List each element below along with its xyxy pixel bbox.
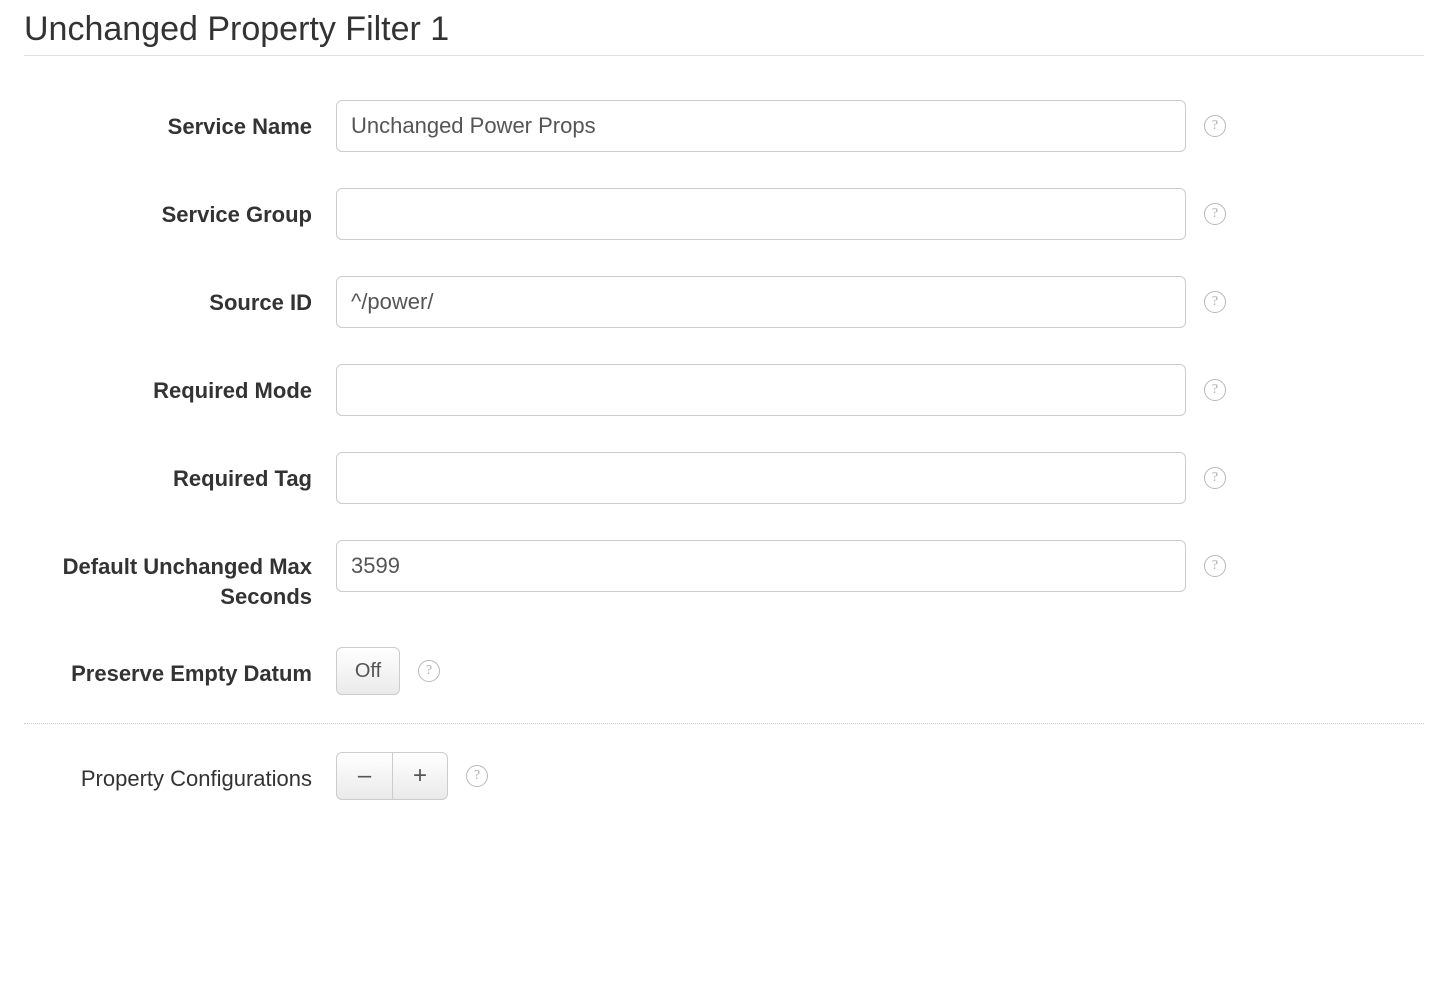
label-property-configurations: Property Configurations [24, 752, 336, 794]
add-property-configuration-button[interactable]: + [392, 752, 448, 800]
help-icon[interactable]: ? [1204, 115, 1226, 137]
row-preserve-empty-datum: Preserve Empty Datum Off ? [24, 647, 1424, 695]
input-required-tag[interactable] [336, 452, 1186, 504]
label-service-name: Service Name [24, 100, 336, 142]
dotted-rule [24, 723, 1424, 724]
row-default-unchanged-max-seconds: Default Unchanged Max Seconds ? [24, 540, 1424, 611]
row-required-tag: Required Tag ? [24, 452, 1424, 504]
input-required-mode[interactable] [336, 364, 1186, 416]
input-default-unchanged-max-seconds[interactable] [336, 540, 1186, 592]
label-service-group: Service Group [24, 188, 336, 230]
help-icon[interactable]: ? [1204, 379, 1226, 401]
help-icon[interactable]: ? [1204, 203, 1226, 225]
property-configurations-buttons: – + [336, 752, 448, 800]
label-source-id: Source ID [24, 276, 336, 318]
row-service-group: Service Group ? [24, 188, 1424, 240]
help-icon[interactable]: ? [418, 660, 440, 682]
toggle-preserve-empty-datum[interactable]: Off [336, 647, 400, 695]
label-required-mode: Required Mode [24, 364, 336, 406]
label-required-tag: Required Tag [24, 452, 336, 494]
row-required-mode: Required Mode ? [24, 364, 1424, 416]
label-default-unchanged-max-seconds: Default Unchanged Max Seconds [24, 540, 336, 611]
help-icon[interactable]: ? [1204, 291, 1226, 313]
help-icon[interactable]: ? [1204, 467, 1226, 489]
section-title: Unchanged Property Filter 1 [24, 10, 1424, 49]
header-rule [24, 55, 1424, 56]
input-service-name[interactable] [336, 100, 1186, 152]
row-service-name: Service Name ? [24, 100, 1424, 152]
input-source-id[interactable] [336, 276, 1186, 328]
help-icon[interactable]: ? [1204, 555, 1226, 577]
row-property-configurations: Property Configurations – + ? [24, 752, 1424, 800]
label-preserve-empty-datum: Preserve Empty Datum [24, 647, 336, 689]
remove-property-configuration-button[interactable]: – [336, 752, 392, 800]
input-service-group[interactable] [336, 188, 1186, 240]
row-source-id: Source ID ? [24, 276, 1424, 328]
help-icon[interactable]: ? [466, 765, 488, 787]
